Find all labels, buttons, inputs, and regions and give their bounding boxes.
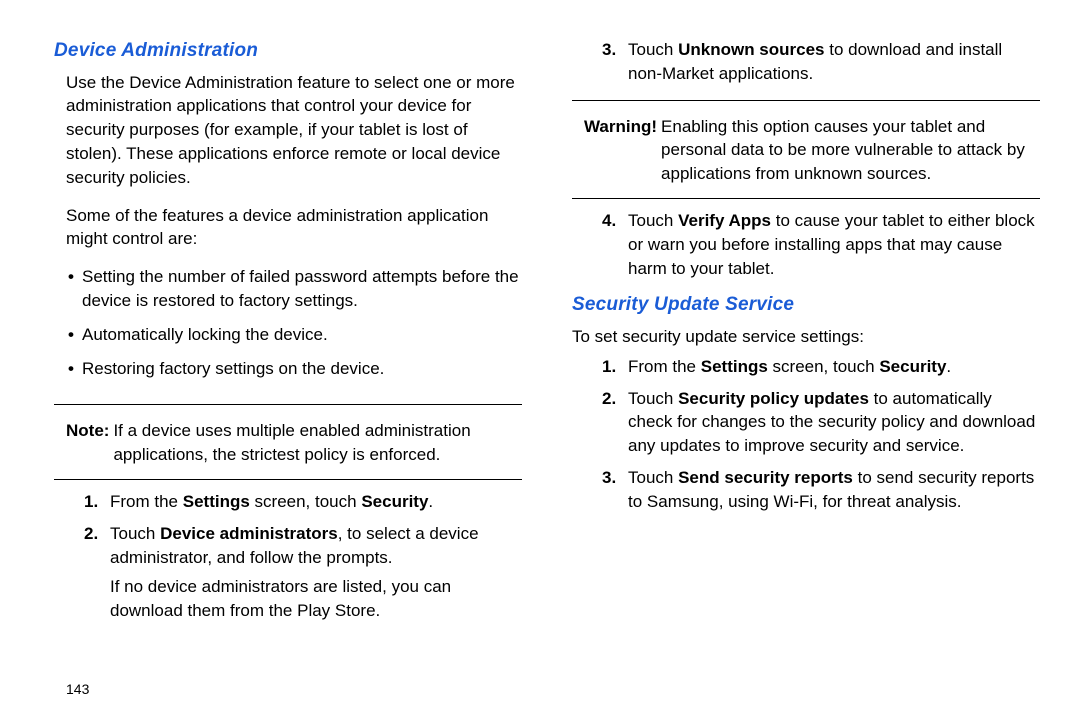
heading-device-administration: Device Administration [54,38,522,65]
warning-block: Warning! Enabling this option causes you… [584,115,1040,186]
bold-text: Device administrators [160,524,338,543]
bold-text: Settings [183,492,250,511]
intro-paragraph: Use the Device Administration feature to… [66,71,522,190]
step-subtext: If no device administrators are listed, … [110,575,522,623]
steps-list-cont2: Touch Verify Apps to cause your tablet t… [602,209,1040,288]
note-text: If a device uses multiple enabled admini… [113,419,522,467]
divider [54,404,522,405]
features-lead: Some of the features a device administra… [66,204,522,252]
step-text: . [946,357,951,376]
divider [572,198,1040,199]
step-text: screen, touch [768,357,880,376]
divider [54,479,522,480]
bullet-item: Setting the number of failed password at… [68,265,522,313]
bullet-item: Automatically locking the device. [68,323,522,347]
warning-label: Warning! [584,115,657,186]
step-text: screen, touch [250,492,362,511]
page-number: 143 [66,670,522,700]
step-item: From the Settings screen, touch Security… [602,355,1040,379]
divider [572,100,1040,101]
feature-bullets: Setting the number of failed password at… [68,265,522,390]
step-text: Touch [628,211,678,230]
security-steps: From the Settings screen, touch Security… [602,355,1040,522]
step-text: . [428,492,433,511]
step-item: Touch Verify Apps to cause your tablet t… [602,209,1040,280]
bold-text: Unknown sources [678,40,824,59]
right-column: Touch Unknown sources to download and in… [552,38,1040,700]
step-text: Touch [628,389,678,408]
bold-text: Security policy updates [678,389,869,408]
left-column: Device Administration Use the Device Adm… [54,38,552,700]
step-item: Touch Device administrators, to select a… [84,522,522,623]
warning-text: Enabling this option causes your tablet … [661,115,1040,186]
intro2: To set security update service settings: [572,325,1040,349]
step-item: Touch Send security reports to send secu… [602,466,1040,514]
step-text: Touch [628,468,678,487]
bold-text: Send security reports [678,468,853,487]
note-label: Note: [66,419,109,467]
heading-security-update: Security Update Service [572,292,1040,319]
bold-text: Security [361,492,428,511]
bullet-item: Restoring factory settings on the device… [68,357,522,381]
steps-list: From the Settings screen, touch Security… [84,490,522,631]
bold-text: Security [879,357,946,376]
note-block: Note: If a device uses multiple enabled … [66,419,522,467]
step-text: Touch [628,40,678,59]
step-text: From the [110,492,183,511]
bold-text: Settings [701,357,768,376]
step-text: Touch [110,524,160,543]
step-item: Touch Unknown sources to download and in… [602,38,1040,86]
bold-text: Verify Apps [678,211,771,230]
step-item: From the Settings screen, touch Security… [84,490,522,514]
steps-list-cont: Touch Unknown sources to download and in… [602,38,1040,94]
step-text: From the [628,357,701,376]
step-item: Touch Security policy updates to automat… [602,387,1040,458]
